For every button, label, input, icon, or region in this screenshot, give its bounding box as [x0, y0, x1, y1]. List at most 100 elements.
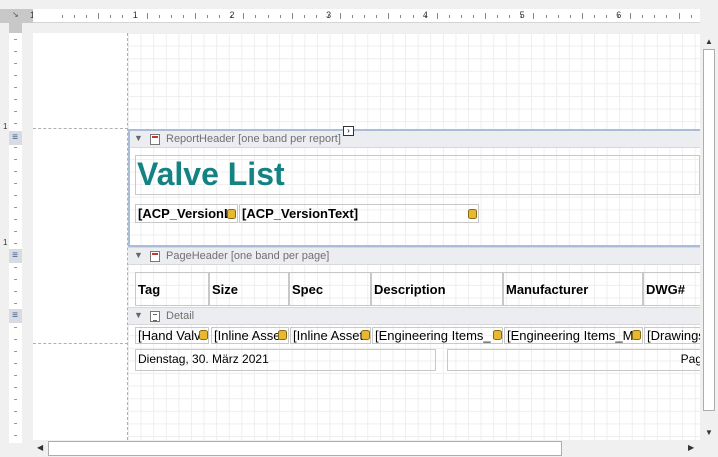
detail-band-icon	[150, 311, 160, 322]
margin-guide	[33, 128, 128, 129]
band-title: Detail	[166, 310, 195, 322]
ruler-tick	[62, 15, 64, 18]
ruler-tick	[14, 291, 17, 292]
ruler-tick	[14, 399, 17, 400]
database-field-icon	[632, 330, 641, 340]
ruler-tick	[460, 15, 462, 18]
band-strip-detail[interactable]: ▼ Detail	[128, 307, 700, 325]
horizontal-scroll-thumb[interactable]	[48, 441, 562, 456]
ruler-tick	[14, 339, 17, 340]
ruler-tick	[14, 435, 17, 436]
ruler-tick	[243, 13, 245, 19]
ruler-tick	[581, 13, 583, 19]
ruler-tick	[436, 13, 438, 19]
ruler-tick	[14, 171, 17, 172]
collapse-icon[interactable]: ▼	[134, 250, 143, 260]
horizontal-ruler: 1 2 3 4 5 6	[33, 9, 700, 23]
column-header-tag[interactable]: Tag	[135, 272, 209, 306]
scroll-down-icon[interactable]: ▼	[705, 428, 713, 437]
ruler-tick	[279, 15, 281, 18]
ruler-tick	[557, 15, 559, 18]
ruler-tick	[509, 15, 511, 18]
column-header-size[interactable]: Size	[209, 272, 289, 306]
column-header-dwg[interactable]: DWG#	[643, 272, 700, 306]
ruler-tick	[14, 63, 17, 64]
ruler-tick	[86, 15, 88, 18]
ruler-tick	[122, 15, 124, 18]
ruler-tick	[473, 15, 474, 18]
ruler-tick	[303, 15, 305, 18]
vertical-ruler	[9, 33, 22, 443]
ruler-tick	[388, 13, 390, 19]
ruler-tick	[14, 351, 17, 352]
ruler-tick	[146, 13, 148, 19]
band-marker-icon: ≡	[12, 132, 18, 143]
detail-field-engineering-items-description[interactable]: [Engineering Items_	[372, 327, 503, 344]
vertical-scroll-thumb[interactable]	[703, 49, 715, 411]
footer-date-field[interactable]: Dienstag, 30. März 2021	[135, 349, 436, 371]
ruler-label: 3	[326, 10, 332, 20]
ruler-tick	[497, 15, 499, 18]
ruler-tick	[412, 15, 414, 18]
ruler-tick	[642, 15, 644, 18]
scroll-right-icon[interactable]: ▶	[688, 443, 694, 452]
band-marker-icon: ≡	[12, 310, 18, 321]
detail-field-hand-valve[interactable]: [Hand Valv	[135, 327, 209, 344]
ruler-tick	[14, 267, 17, 268]
ruler-tick	[267, 15, 269, 18]
ruler-tick	[14, 207, 17, 208]
collapse-icon[interactable]: ▼	[134, 310, 143, 320]
page-header-icon	[150, 251, 160, 262]
ruler-tick	[14, 375, 17, 376]
ruler-tick	[340, 13, 342, 19]
column-header-manufacturer[interactable]: Manufacturer	[503, 272, 643, 306]
ruler-tick	[14, 363, 17, 364]
ruler-tick	[14, 147, 17, 148]
ruler-tick	[14, 195, 17, 196]
ruler-tick	[593, 15, 595, 18]
ruler-tick	[14, 423, 17, 424]
ruler-tick	[448, 15, 450, 18]
margin-guide	[33, 343, 128, 344]
vertical-ruler-label: 1	[3, 238, 8, 247]
ruler-label: 6	[616, 10, 622, 20]
ruler-tick	[207, 15, 209, 18]
database-field-icon	[493, 330, 502, 340]
ruler-tick	[14, 387, 17, 388]
ruler-tick	[74, 15, 76, 18]
smart-tag-icon[interactable]: ›	[343, 126, 354, 136]
ruler-tick	[485, 13, 487, 19]
ruler-tick	[255, 15, 257, 18]
band-strip-page-header[interactable]: ▼ PageHeader [one band per page]	[128, 247, 700, 265]
detail-field-drawings[interactable]: [Drawings	[644, 327, 700, 344]
ruler-tick	[219, 15, 221, 18]
ruler-tick	[14, 75, 17, 76]
column-header-spec[interactable]: Spec	[289, 272, 371, 306]
ruler-label: 1	[132, 10, 138, 20]
ruler-tick	[364, 15, 366, 18]
scroll-left-icon[interactable]: ◀	[37, 443, 43, 452]
footer-page-field[interactable]: Pag	[447, 349, 700, 371]
scroll-up-icon[interactable]: ▲	[705, 37, 713, 46]
ruler-tick	[315, 15, 317, 18]
ruler-corner-icon[interactable]: ↘	[12, 10, 19, 19]
ruler-tick	[14, 231, 17, 232]
ruler-tick	[14, 123, 17, 124]
ruler-tick	[690, 15, 692, 18]
detail-field-engineering-items-manufacturer[interactable]: [Engineering Items_M	[504, 327, 643, 344]
band-title: PageHeader [one band per page]	[166, 250, 330, 262]
ruler-tick	[545, 15, 547, 18]
ruler-tick	[352, 15, 354, 18]
ruler-tick	[605, 15, 607, 18]
ruler-tick	[170, 15, 172, 18]
column-header-description[interactable]: Description	[371, 272, 503, 306]
ruler-tick	[14, 303, 17, 304]
selected-band-outline	[128, 129, 703, 247]
database-field-icon	[199, 330, 208, 340]
ruler-tick	[14, 159, 17, 160]
ruler-tick	[14, 243, 17, 244]
ruler-tick	[182, 15, 184, 18]
ruler-tick	[14, 39, 17, 40]
ruler-tick	[14, 51, 17, 52]
detail-field-inline-asset-spec[interactable]: [Inline Asset	[290, 327, 371, 344]
